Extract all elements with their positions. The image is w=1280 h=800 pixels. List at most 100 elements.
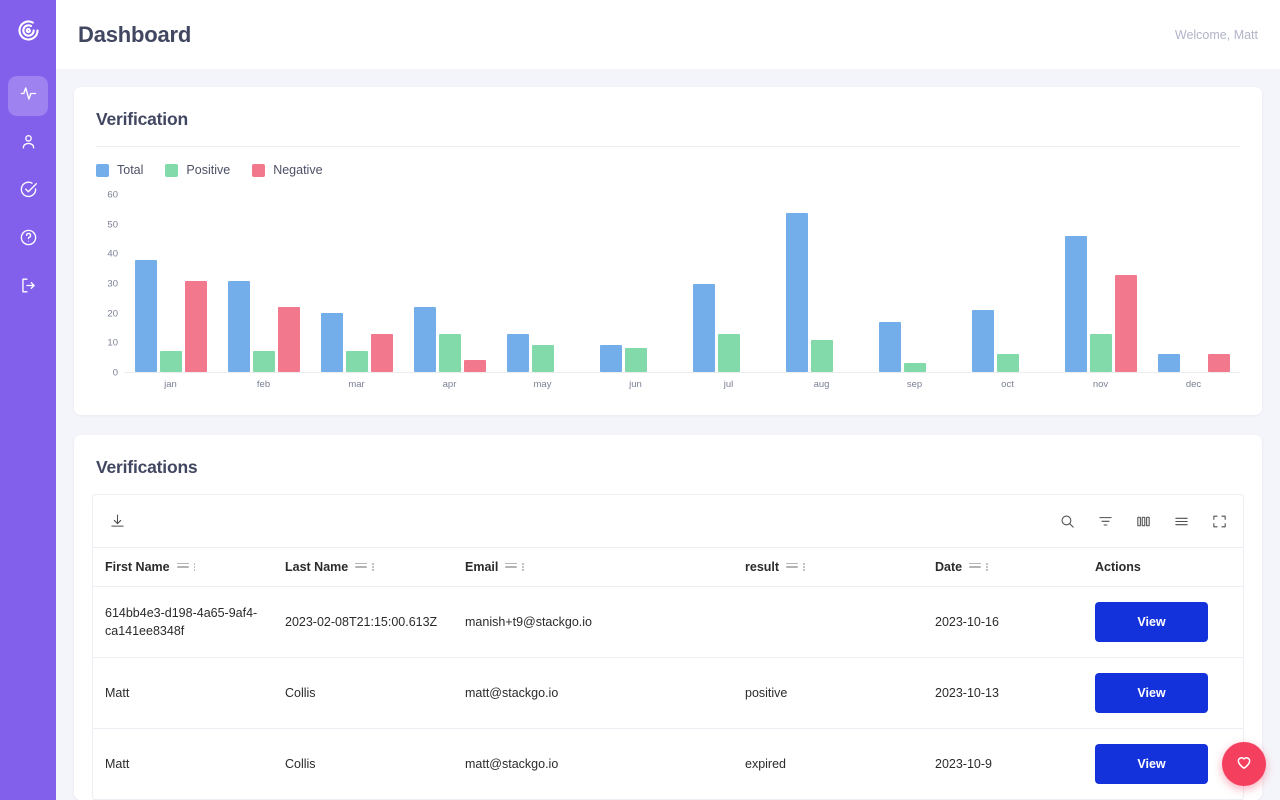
column-menu-icon[interactable]: [803, 562, 805, 572]
app-logo[interactable]: [8, 10, 48, 50]
columns-icon[interactable]: [1133, 511, 1153, 531]
column-header-last-name[interactable]: Last Name: [273, 547, 453, 587]
search-icon[interactable]: [1057, 511, 1077, 531]
bar-positive-sep[interactable]: [903, 363, 926, 372]
bar-negative-dec[interactable]: [1207, 354, 1230, 372]
legend-item[interactable]: Negative: [252, 163, 323, 177]
view-button[interactable]: View: [1095, 602, 1208, 642]
verifications-card-title: Verifications: [96, 457, 198, 477]
column-header-label: Last Name: [285, 560, 349, 574]
column-menu-icon[interactable]: [193, 562, 196, 572]
view-button[interactable]: View: [1095, 744, 1208, 784]
bar-positive-feb[interactable]: [252, 351, 275, 372]
chart-plot: [124, 195, 1240, 373]
x-axis: jan feb mar apr may jun jul aug sep oct nov dec: [124, 373, 1240, 395]
bar-total-feb[interactable]: [227, 280, 250, 372]
cell-actions: View: [1083, 586, 1243, 658]
bar-total-dec[interactable]: [1157, 354, 1180, 372]
user-icon: [19, 132, 38, 156]
sort-icon[interactable]: [176, 562, 189, 572]
bar-positive-apr[interactable]: [438, 333, 461, 372]
check-circle-icon: [19, 180, 38, 204]
cell-last-name: Collis: [273, 657, 453, 729]
bar-negative-nov[interactable]: [1114, 274, 1137, 372]
filter-icon[interactable]: [1095, 511, 1115, 531]
y-axis-tick: 40: [107, 248, 118, 260]
bar-negative-jan[interactable]: [184, 280, 207, 372]
column-header-icons: [786, 562, 805, 572]
download-icon[interactable]: [107, 511, 127, 531]
column-header-icons: [505, 562, 525, 572]
bar-positive-mar[interactable]: [345, 351, 368, 372]
bar-total-oct[interactable]: [971, 310, 994, 372]
legend-item[interactable]: Total: [96, 163, 143, 177]
sidebar-item-help[interactable]: [8, 220, 48, 260]
cell-date: 2023-10-9: [923, 728, 1083, 800]
table-row[interactable]: Matt Collis matt@stackgo.io positive 2023-10…: [93, 657, 1243, 729]
bar-total-sep[interactable]: [878, 321, 901, 372]
bar-positive-jun[interactable]: [624, 348, 647, 372]
column-header-email[interactable]: Email: [453, 547, 733, 587]
column-menu-icon[interactable]: [372, 562, 375, 572]
y-axis-tick: 0: [112, 367, 118, 379]
column-header-first-name[interactable]: First Name: [93, 547, 273, 587]
sidebar-item-logout[interactable]: [8, 268, 48, 308]
legend-label: Total: [117, 163, 144, 177]
bar-total-jan[interactable]: [134, 259, 157, 372]
sidebar-item-verifications[interactable]: [8, 172, 48, 212]
bar-positive-aug[interactable]: [810, 339, 833, 372]
bar-total-jul[interactable]: [692, 283, 715, 372]
bar-total-mar[interactable]: [320, 313, 343, 372]
column-header-date[interactable]: Date: [923, 547, 1083, 587]
bar-positive-jan[interactable]: [159, 351, 182, 372]
table-row[interactable]: Matt Collis matt@stackgo.io expired 2023-10-…: [93, 728, 1243, 800]
cell-first-name: Matt: [93, 657, 273, 729]
bar-group: [1147, 195, 1240, 372]
bar-negative-mar[interactable]: [370, 333, 393, 372]
density-icon[interactable]: [1171, 511, 1191, 531]
cell-result: [733, 586, 923, 658]
bar-total-apr[interactable]: [413, 307, 436, 372]
bar-positive-jul[interactable]: [717, 333, 740, 372]
cell-actions: View: [1083, 657, 1243, 729]
cell-result: expired: [733, 728, 923, 800]
sort-icon[interactable]: [355, 562, 368, 572]
bar-total-aug[interactable]: [785, 212, 808, 372]
view-button[interactable]: View: [1095, 673, 1208, 713]
grid-toolbar-icons: [1057, 511, 1229, 531]
bar-group: [310, 195, 403, 372]
sidebar-item-users[interactable]: [8, 124, 48, 164]
fullscreen-icon[interactable]: [1209, 511, 1229, 531]
bar-positive-oct[interactable]: [996, 354, 1019, 372]
sidebar-item-activity[interactable]: [8, 76, 48, 116]
column-menu-icon[interactable]: [522, 562, 525, 572]
column-header-label: result: [745, 560, 780, 574]
column-header-label: Actions: [1095, 560, 1141, 574]
column-header-label: First Name: [105, 560, 170, 574]
bar-positive-nov[interactable]: [1089, 333, 1112, 372]
column-menu-icon[interactable]: [986, 562, 988, 572]
sort-icon[interactable]: [505, 562, 518, 572]
sort-icon[interactable]: [969, 562, 982, 572]
x-axis-label: jan: [164, 378, 177, 390]
cell-first-name: 614bb4e3-d198-4a65-9af4-ca141ee8348f: [93, 586, 273, 658]
legend-item[interactable]: Positive: [165, 163, 230, 177]
bar-total-jun[interactable]: [599, 345, 622, 372]
bar-chart: 0 10 20 30 40 50 60 jan feb mar apr may jun jul aug se…: [96, 190, 1240, 395]
column-header-icons: [176, 562, 196, 572]
bar-negative-apr[interactable]: [463, 360, 486, 372]
y-axis-tick: 60: [107, 189, 118, 201]
bar-positive-may[interactable]: [531, 345, 554, 372]
bar-negative-feb[interactable]: [277, 307, 300, 372]
column-header-actions[interactable]: Actions: [1083, 547, 1243, 587]
bar-total-nov[interactable]: [1064, 236, 1087, 372]
table-row[interactable]: 614bb4e3-d198-4a65-9af4-ca141ee8348f 2023…: [93, 586, 1243, 658]
help-circle-icon: [19, 228, 38, 252]
favorite-fab[interactable]: [1222, 742, 1266, 786]
bar-total-may[interactable]: [506, 333, 529, 372]
verifications-table: First Name Last Name Email result Date Action…: [93, 547, 1243, 800]
x-axis-label: feb: [256, 378, 271, 390]
column-header-result[interactable]: result: [733, 547, 923, 587]
bar-group: [868, 195, 961, 372]
sort-icon[interactable]: [786, 562, 799, 572]
